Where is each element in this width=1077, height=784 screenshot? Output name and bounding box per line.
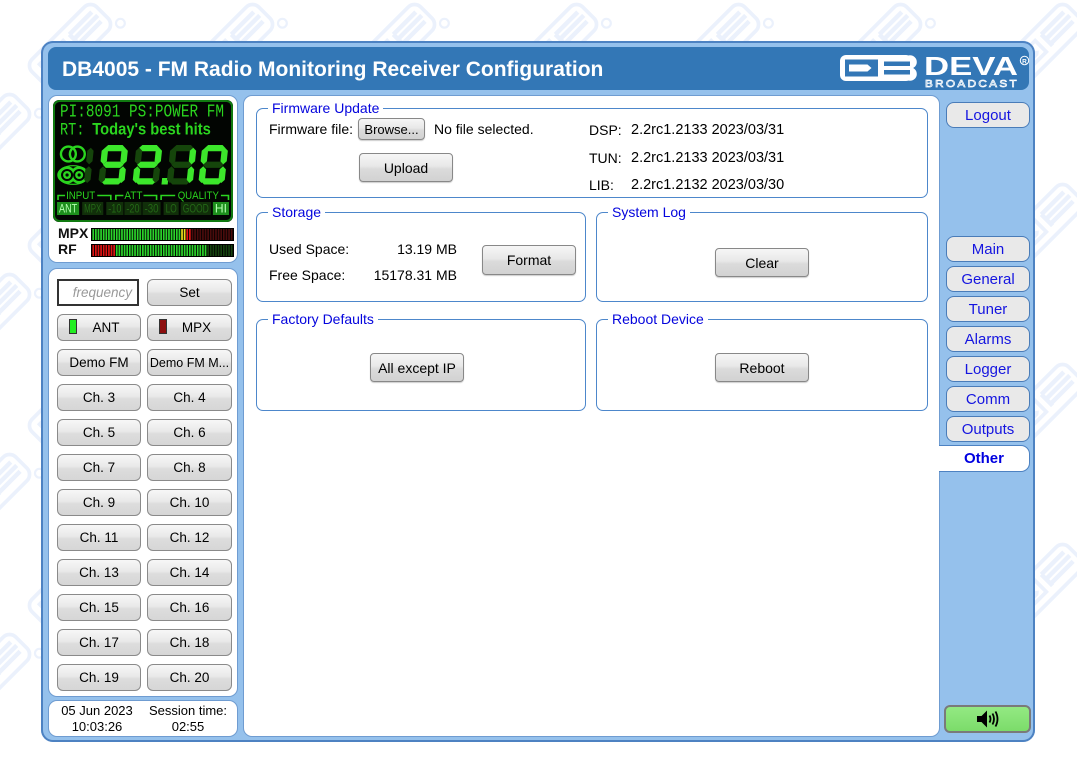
- svg-text:LO: LO: [166, 202, 177, 216]
- svg-text:INPUT: INPUT: [66, 190, 95, 202]
- svg-text:GOOD: GOOD: [183, 202, 209, 216]
- svg-text:-30: -30: [145, 202, 159, 216]
- svg-text:BROADCAST: BROADCAST: [925, 79, 1019, 88]
- svg-text:ANT: ANT: [59, 202, 78, 216]
- svg-text:HI: HI: [215, 202, 227, 216]
- svg-text:-10: -10: [108, 202, 121, 216]
- svg-text:ATT: ATT: [124, 190, 142, 202]
- svg-text:R: R: [1022, 58, 1027, 65]
- svg-text:RT:: RT:: [60, 120, 84, 140]
- svg-text:DEVA: DEVA: [924, 54, 1018, 81]
- svg-text:-20: -20: [126, 202, 139, 216]
- svg-text:Today's best hits: Today's best hits: [92, 120, 211, 139]
- svg-text:MPX: MPX: [84, 202, 101, 216]
- svg-text:QUALITY: QUALITY: [178, 190, 220, 202]
